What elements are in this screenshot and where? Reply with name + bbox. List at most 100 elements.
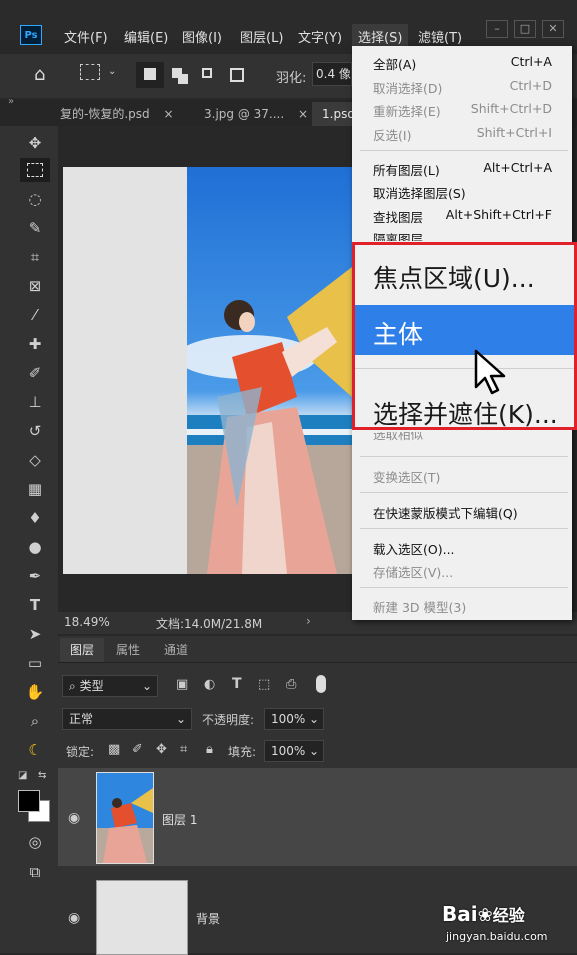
tab-label: 3.jpg @ 37.... [204, 107, 285, 121]
menu-image[interactable]: 图像(I) [182, 27, 222, 46]
maximize-icon[interactable]: □ [514, 20, 536, 38]
history-brush-tool-icon[interactable]: ↺ [20, 419, 50, 443]
dodge-tool-icon[interactable]: ● [20, 535, 50, 559]
screen-mode-icon[interactable]: ⧉ [20, 860, 50, 884]
banana-icon[interactable]: ☾ [20, 738, 50, 762]
home-icon[interactable]: ⌂ [34, 64, 45, 85]
layer-name[interactable]: 图层 1 [162, 811, 197, 828]
watermark-brand-cn: 经验 [492, 906, 525, 925]
tab-close-icon[interactable]: × [163, 107, 173, 121]
tab-properties[interactable]: 属性 [106, 638, 150, 662]
eraser-tool-icon[interactable]: ◇ [20, 448, 50, 472]
gradient-tool-icon[interactable]: ▦ [20, 477, 50, 501]
menu-file[interactable]: 文件(F) [64, 27, 108, 46]
menu-layer[interactable]: 图层(L) [240, 27, 283, 46]
blend-mode-dropdown[interactable]: 正常 ⌄ [62, 708, 192, 730]
lock-artboard-icon[interactable]: ⌗ [180, 742, 187, 757]
move-tool-icon[interactable]: ✥ [20, 131, 50, 155]
menu-item-similar[interactable]: 选取相似 [373, 432, 423, 444]
menu-item-save-selection[interactable]: 存储选区(V)... [373, 562, 453, 581]
marquee-tool-icon[interactable] [20, 158, 50, 182]
layer-name[interactable]: 背景 [196, 910, 220, 927]
close-icon[interactable]: ✕ [542, 20, 564, 38]
chevron-down-icon: ⌄ [175, 712, 186, 726]
pen-tool-icon[interactable]: ✒ [20, 564, 50, 588]
type-tool-icon[interactable]: T [20, 593, 50, 617]
tab-channels[interactable]: 通道 [154, 638, 198, 662]
minimize-icon[interactable]: – [486, 20, 508, 38]
frame-tool-icon[interactable]: ⊠ [20, 274, 50, 298]
marquee-preset-icon[interactable] [80, 64, 100, 80]
filter-adjustment-icon[interactable]: ◐ [204, 677, 215, 692]
quick-select-tool-icon[interactable]: ✎ [20, 216, 50, 240]
healing-brush-tool-icon[interactable]: ✚ [20, 332, 50, 356]
menu-item-deselect-layers[interactable]: 取消选择图层(S) [373, 183, 466, 202]
swap-colors-icon[interactable]: ⇆ [38, 770, 46, 781]
menu-edit[interactable]: 编辑(E) [124, 27, 168, 46]
layer-filter-dropdown[interactable]: ⌕ 类型 ⌄ [62, 675, 158, 697]
menu-item-select-and-mask[interactable]: 选择并遮住(K)... [373, 395, 558, 427]
lock-all-icon[interactable]: 🔒︎ [206, 742, 213, 757]
menu-item-new-3d-model[interactable]: 新建 3D 模型(3) [373, 597, 466, 616]
menu-item-isolate-layers[interactable]: 隔离图层 [373, 229, 423, 241]
zoom-tool-icon[interactable]: ⌕ [20, 709, 50, 733]
add-selection-icon-2[interactable] [178, 74, 188, 84]
hand-tool-icon[interactable]: ✋ [20, 680, 50, 704]
lasso-tool-icon[interactable]: ◌ [20, 187, 50, 211]
expand-icon[interactable]: » [8, 96, 14, 107]
menu-item-all-layers[interactable]: 所有图层(L) [373, 160, 440, 179]
chevron-down-icon[interactable]: ⌄ [108, 66, 116, 77]
menu-item-transform-selection[interactable]: 变换选区(T) [373, 467, 440, 486]
canvas-document[interactable] [63, 167, 187, 574]
lock-transparent-icon[interactable]: ▩ [108, 742, 120, 757]
path-select-tool-icon[interactable]: ➤ [20, 622, 50, 646]
menu-separator [360, 587, 568, 588]
menu-filter[interactable]: 滤镜(T) [418, 27, 462, 46]
lock-position-icon[interactable]: ✥ [156, 742, 167, 757]
visibility-eye-icon[interactable]: ◉ [68, 810, 80, 826]
menu-item-deselect[interactable]: 取消选择(D) [373, 78, 442, 97]
filter-smart-object-icon[interactable]: ⎙ [286, 677, 296, 692]
menu-separator [360, 150, 568, 151]
visibility-eye-icon[interactable]: ◉ [68, 910, 80, 926]
lock-image-icon[interactable]: ✐ [132, 742, 143, 757]
eyedropper-tool-icon[interactable]: ⁄ [20, 303, 50, 327]
tab-document-2[interactable]: 3.jpg @ 37.... × [196, 102, 316, 126]
tab-layers[interactable]: 图层 [60, 638, 105, 662]
feather-input[interactable]: 0.4 像 [312, 62, 352, 86]
status-menu-icon[interactable]: › [306, 614, 311, 628]
menu-item-quick-mask[interactable]: 在快速蒙版模式下编辑(Q) [373, 503, 518, 522]
clone-stamp-tool-icon[interactable]: ⊥ [20, 390, 50, 414]
fill-input[interactable]: 100% ⌄ [264, 740, 324, 762]
quick-mask-icon[interactable]: ◎ [20, 830, 50, 854]
tab-document-1[interactable]: 复的-恢复的.psd × [60, 102, 182, 126]
default-colors-icon[interactable]: ◪ [18, 770, 27, 781]
menu-item-find-layers[interactable]: 查找图层 [373, 207, 423, 226]
shortcut: Alt+Shift+Ctrl+F [445, 207, 552, 222]
menu-item-load-selection[interactable]: 载入选区(O)... [373, 539, 455, 558]
brush-tool-icon[interactable]: ✐ [20, 361, 50, 385]
filter-type-icon[interactable]: T [232, 676, 242, 692]
menu-item-all[interactable]: 全部(A) [373, 54, 416, 73]
crop-tool-icon[interactable]: ⌗ [20, 245, 50, 269]
rectangle-tool-icon[interactable]: ▭ [20, 651, 50, 675]
tab-close-icon[interactable]: × [298, 107, 308, 121]
blur-tool-icon[interactable]: ♦ [20, 506, 50, 530]
filter-toggle-icon[interactable] [316, 675, 326, 693]
filter-pixel-icon[interactable]: ▣ [176, 677, 188, 692]
menu-type[interactable]: 文字(Y) [298, 27, 342, 46]
menu-item-subject[interactable]: 主体 [373, 315, 423, 351]
zoom-level[interactable]: 18.49% [64, 615, 110, 629]
foreground-color-swatch[interactable] [18, 790, 40, 812]
new-selection-button[interactable] [136, 62, 164, 88]
watermark-url: jingyan.baidu.com [446, 930, 548, 943]
subtract-selection-icon[interactable] [202, 68, 212, 78]
menu-item-focus-area[interactable]: 焦点区域(U)... [373, 259, 535, 295]
intersect-selection-icon[interactable] [230, 68, 244, 82]
opacity-input[interactable]: 100% ⌄ [264, 708, 324, 730]
menu-item-inverse[interactable]: 反选(I) [373, 125, 411, 144]
menu-item-reselect[interactable]: 重新选择(E) [373, 101, 441, 120]
tab-label: 1.psd [322, 107, 355, 121]
canvas-photo-image[interactable] [187, 167, 352, 574]
filter-shape-icon[interactable]: ⬚ [258, 677, 270, 692]
